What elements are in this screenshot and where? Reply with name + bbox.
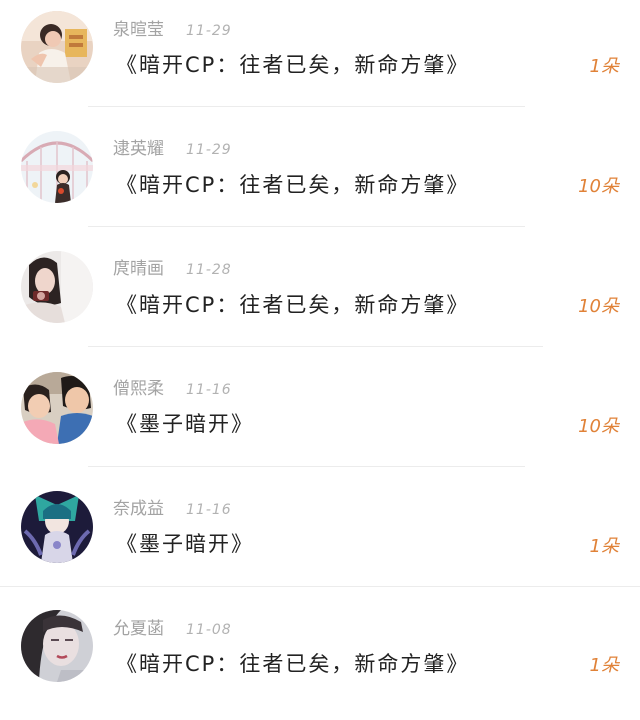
sender-name[interactable]: 奈成益 bbox=[113, 499, 164, 519]
sender-name[interactable]: 庹晴画 bbox=[113, 259, 164, 279]
gift-count: 10朵 bbox=[578, 176, 619, 197]
list-item[interactable]: 泉暄莹 11-29 《暗开CP：往者已矣，新命方肇》 1朵 bbox=[0, 0, 640, 120]
sender-meta: 奈成益 11-16 bbox=[113, 497, 232, 521]
divider bbox=[88, 346, 543, 347]
avatar[interactable] bbox=[21, 372, 93, 444]
list-item[interactable]: 僧熙柔 11-16 《墨子暗开》 10朵 bbox=[0, 360, 640, 480]
avatar-image bbox=[21, 131, 93, 203]
divider bbox=[88, 226, 525, 227]
divider bbox=[0, 586, 640, 587]
avatar[interactable] bbox=[21, 610, 93, 682]
gift-count: 1朵 bbox=[589, 536, 619, 557]
gift-date: 11-16 bbox=[186, 382, 232, 398]
gift-count: 10朵 bbox=[578, 416, 619, 437]
list-item[interactable]: 允夏菡 11-08 《暗开CP：往者已矣，新命方肇》 1朵 bbox=[0, 600, 640, 720]
sender-meta: 庹晴画 11-28 bbox=[113, 257, 232, 281]
avatar[interactable] bbox=[21, 491, 93, 563]
sender-meta: 逮英耀 11-29 bbox=[113, 137, 232, 161]
avatar-image bbox=[21, 251, 93, 323]
gift-date: 11-08 bbox=[186, 622, 232, 638]
gift-count: 1朵 bbox=[589, 56, 619, 77]
book-title[interactable]: 《墨子暗开》 bbox=[116, 529, 254, 559]
divider bbox=[88, 466, 525, 467]
book-title[interactable]: 《暗开CP：往者已矣，新命方肇》 bbox=[116, 649, 469, 679]
avatar-image bbox=[21, 610, 93, 682]
sender-meta: 僧熙柔 11-16 bbox=[113, 377, 232, 401]
gift-date: 11-28 bbox=[186, 262, 232, 278]
gift-count: 1朵 bbox=[589, 655, 619, 676]
gift-date: 11-16 bbox=[186, 502, 232, 518]
book-title[interactable]: 《暗开CP：往者已矣，新命方肇》 bbox=[116, 290, 469, 320]
avatar-image bbox=[21, 11, 93, 83]
book-title[interactable]: 《暗开CP：往者已矣，新命方肇》 bbox=[116, 170, 469, 200]
gift-count: 10朵 bbox=[578, 296, 619, 317]
book-title[interactable]: 《墨子暗开》 bbox=[116, 409, 254, 439]
sender-name[interactable]: 逮英耀 bbox=[113, 139, 164, 159]
sender-meta: 允夏菡 11-08 bbox=[113, 617, 232, 641]
avatar-image bbox=[21, 372, 93, 444]
divider bbox=[88, 106, 525, 107]
list-item[interactable]: 逮英耀 11-29 《暗开CP：往者已矣，新命方肇》 10朵 bbox=[0, 120, 640, 240]
gift-record-list: 泉暄莹 11-29 《暗开CP：往者已矣，新命方肇》 1朵 逮英耀 11-29 《暗… bbox=[0, 0, 640, 709]
gift-date: 11-29 bbox=[186, 23, 232, 39]
sender-name[interactable]: 允夏菡 bbox=[113, 619, 164, 639]
book-title[interactable]: 《暗开CP：往者已矣，新命方肇》 bbox=[116, 50, 469, 80]
sender-name[interactable]: 泉暄莹 bbox=[113, 20, 164, 40]
avatar[interactable] bbox=[21, 131, 93, 203]
gift-date: 11-29 bbox=[186, 142, 232, 158]
avatar[interactable] bbox=[21, 11, 93, 83]
avatar[interactable] bbox=[21, 251, 93, 323]
list-item[interactable]: 庹晴画 11-28 《暗开CP：往者已矣，新命方肇》 10朵 bbox=[0, 240, 640, 360]
avatar-image bbox=[21, 491, 93, 563]
sender-name[interactable]: 僧熙柔 bbox=[113, 379, 164, 399]
sender-meta: 泉暄莹 11-29 bbox=[113, 18, 232, 42]
list-item[interactable]: 奈成益 11-16 《墨子暗开》 1朵 bbox=[0, 480, 640, 600]
